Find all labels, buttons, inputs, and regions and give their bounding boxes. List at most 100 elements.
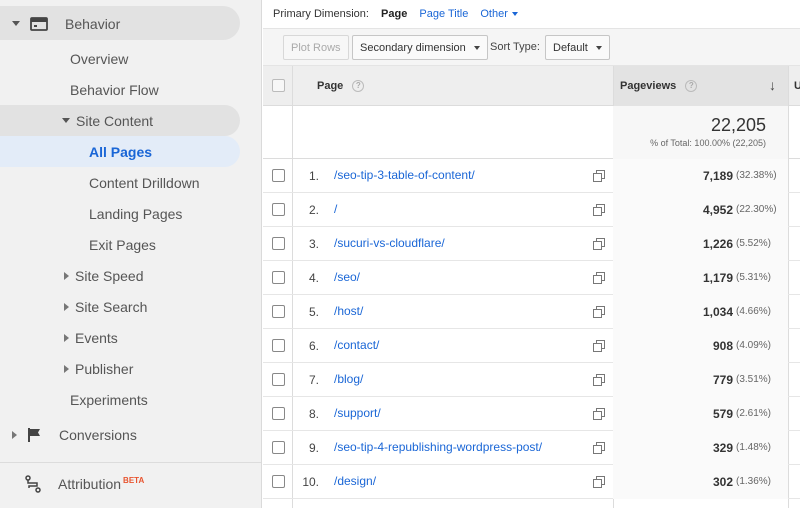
open-in-new-icon[interactable]: [593, 408, 605, 420]
sort-descending-icon[interactable]: ↓: [769, 77, 776, 93]
row-checkbox[interactable]: [272, 441, 285, 454]
row-checkbox[interactable]: [272, 305, 285, 318]
sidebar-item-publisher[interactable]: Publisher: [64, 353, 133, 384]
dimension-option-other[interactable]: Other: [480, 8, 518, 20]
select-all-checkbox[interactable]: [272, 79, 285, 92]
sidebar-item-label: Site Content: [76, 112, 154, 129]
page-link[interactable]: /seo-tip-4-republishing-wordpress-post/: [334, 440, 542, 454]
help-icon[interactable]: ?: [685, 80, 698, 93]
table-row: 3. /sucuri-vs-cloudflare/1,226 (5.52%): [263, 227, 800, 261]
totals-row: 22,205 % of Total: 100.00% (22,205): [263, 106, 800, 159]
row-number: 9.: [308, 441, 319, 455]
row-number: 2.: [308, 203, 319, 217]
sidebar-section-label: Conversions: [59, 426, 137, 443]
page-link[interactable]: /sucuri-vs-cloudflare/: [334, 236, 445, 250]
sidebar-item-label: Exit Pages: [89, 236, 156, 253]
pageviews-value: 302: [712, 475, 733, 489]
page-link[interactable]: /contact/: [334, 338, 379, 352]
pageviews-value: 1,034: [702, 305, 733, 319]
open-in-new-icon[interactable]: [593, 170, 605, 182]
chevron-down-icon: [62, 118, 70, 123]
primary-dimension-bar: Primary Dimension: Page Page Title Other: [273, 8, 527, 20]
sidebar-item-overview[interactable]: Overview: [70, 43, 128, 74]
pageviews-value: 579: [712, 407, 733, 421]
sidebar-item-label: Publisher: [75, 360, 134, 377]
dimension-option-page[interactable]: Page: [381, 8, 407, 20]
page-link[interactable]: /host/: [334, 304, 363, 318]
pageviews-value: 7,189: [702, 169, 733, 183]
secondary-dimension-dropdown[interactable]: Secondary dimension: [352, 35, 488, 60]
page-link[interactable]: /blog/: [334, 372, 363, 386]
table-header: Page ? Pageviews ? ↓ U: [263, 66, 800, 106]
pageviews-percent: (1.36%): [736, 476, 772, 487]
row-checkbox[interactable]: [272, 407, 285, 420]
open-in-new-icon[interactable]: [593, 442, 605, 454]
open-in-new-icon[interactable]: [593, 238, 605, 250]
open-in-new-icon[interactable]: [593, 306, 605, 318]
chevron-right-icon: [64, 271, 69, 280]
column-header-pageviews[interactable]: Pageviews ?: [620, 80, 698, 93]
sidebar-item-site-content[interactable]: Site Content: [62, 105, 153, 136]
sort-type-value: Default: [553, 41, 588, 54]
row-number: 7.: [308, 373, 319, 387]
row-number: 1.: [308, 169, 319, 183]
row-checkbox[interactable]: [272, 271, 285, 284]
chevron-right-icon: [12, 430, 17, 439]
pageviews-percent: (5.52%): [736, 238, 772, 249]
row-checkbox[interactable]: [272, 475, 285, 488]
open-in-new-icon[interactable]: [593, 340, 605, 352]
chevron-right-icon: [64, 333, 69, 342]
page-link[interactable]: /seo-tip-3-table-of-content/: [334, 168, 475, 182]
dimension-option-page-title[interactable]: Page Title: [419, 8, 468, 20]
open-in-new-icon[interactable]: [593, 204, 605, 216]
open-in-new-icon[interactable]: [593, 272, 605, 284]
row-checkbox[interactable]: [272, 169, 285, 182]
sidebar-section-label: Attribution: [58, 475, 122, 492]
sidebar-item-exit-pages[interactable]: Exit Pages: [89, 229, 156, 260]
row-checkbox[interactable]: [272, 339, 285, 352]
sidebar-item-label: Site Speed: [75, 267, 144, 284]
sidebar-section-behavior[interactable]: Behavior: [12, 8, 120, 39]
page-link[interactable]: /seo/: [334, 270, 360, 284]
sidebar-item-content-drilldown[interactable]: Content Drilldown: [89, 167, 200, 198]
sidebar-item-label: Overview: [70, 50, 129, 67]
pageviews-percent: (4.66%): [736, 306, 772, 317]
row-number: 6.: [308, 339, 319, 353]
chevron-down-icon: [12, 21, 20, 26]
column-header-page[interactable]: Page ?: [317, 80, 365, 93]
beta-badge: BETA: [123, 476, 145, 485]
pageviews-value: 779: [712, 373, 733, 387]
row-number: 8.: [308, 407, 319, 421]
sidebar-item-label: All Pages: [89, 143, 153, 160]
plot-rows-label: Plot Rows: [291, 41, 341, 54]
page-link[interactable]: /: [334, 202, 337, 216]
sidebar-item-all-pages[interactable]: All Pages: [89, 136, 152, 167]
open-in-new-icon[interactable]: [593, 476, 605, 488]
page-link[interactable]: /design/: [334, 474, 376, 488]
pageviews-value: 1,226: [702, 237, 733, 251]
row-number: 5.: [308, 305, 319, 319]
sidebar-section-conversions[interactable]: Conversions: [12, 419, 137, 450]
plot-rows-button[interactable]: Plot Rows: [283, 35, 349, 60]
sidebar-item-label: Experiments: [70, 391, 148, 408]
pageviews-percent: (1.48%): [736, 442, 772, 453]
open-in-new-icon[interactable]: [593, 374, 605, 386]
sidebar-item-site-search[interactable]: Site Search: [64, 291, 147, 322]
pageviews-percent: (22.30%): [736, 204, 777, 215]
sort-type-dropdown[interactable]: Default: [545, 35, 610, 60]
sidebar-item-site-speed[interactable]: Site Speed: [64, 260, 144, 291]
page-link[interactable]: /support/: [334, 406, 381, 420]
sidebar-item-experiments[interactable]: Experiments: [70, 384, 148, 415]
help-icon[interactable]: ?: [352, 80, 365, 93]
column-header-next[interactable]: U: [794, 80, 800, 92]
sidebar-section-attribution[interactable]: Attribution BETA: [24, 468, 144, 499]
row-checkbox[interactable]: [272, 237, 285, 250]
table-row: 8. /support/579 (2.61%): [263, 397, 800, 431]
sidebar-item-events[interactable]: Events: [64, 322, 118, 353]
row-checkbox[interactable]: [272, 203, 285, 216]
secondary-dimension-label: Secondary dimension: [360, 41, 466, 54]
sidebar-item-landing-pages[interactable]: Landing Pages: [89, 198, 182, 229]
sidebar-item-behavior-flow[interactable]: Behavior Flow: [70, 74, 159, 105]
row-checkbox[interactable]: [272, 373, 285, 386]
sidebar-item-label: Events: [75, 329, 118, 346]
